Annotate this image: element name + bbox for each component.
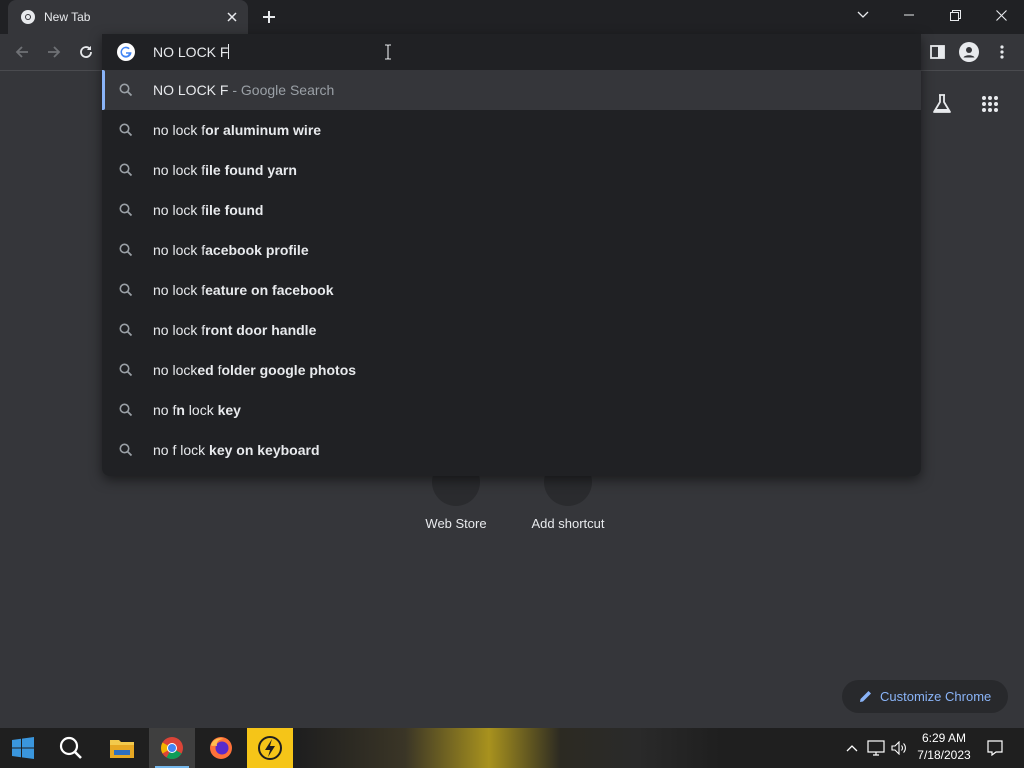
customize-chrome-label: Customize Chrome: [880, 689, 992, 704]
suggestion-item[interactable]: no lock facebook profile: [102, 230, 921, 270]
suggestion-list: NO LOCK F - Google Search no lock for alu…: [102, 70, 921, 470]
google-icon: [117, 43, 135, 61]
suggestion-item[interactable]: no lock file found yarn: [102, 150, 921, 190]
omnibox-input[interactable]: NO LOCK F: [102, 34, 921, 70]
title-bar: New Tab: [0, 0, 1024, 34]
pencil-icon: [859, 690, 872, 703]
suggestion-item[interactable]: no fn lock key: [102, 390, 921, 430]
suggestion-text: NO LOCK F - Google Search: [153, 82, 335, 98]
suggestion-item[interactable]: NO LOCK F - Google Search: [102, 70, 921, 110]
search-icon: [118, 82, 134, 98]
search-icon: [118, 402, 134, 418]
clock-time: 6:29 AM: [921, 731, 967, 745]
minimize-icon[interactable]: [886, 0, 932, 30]
firefox-icon[interactable]: [198, 728, 244, 768]
side-panel-icon[interactable]: [923, 38, 951, 66]
windows-icon[interactable]: [0, 728, 46, 768]
text-cursor-icon: [384, 44, 392, 65]
chrome-taskbar-icon[interactable]: [149, 728, 195, 768]
suggestion-text: no locked folder google photos: [153, 362, 357, 378]
chevron-up-icon[interactable]: [842, 728, 862, 768]
menu-icon[interactable]: [988, 38, 1016, 66]
labs-icon[interactable]: [926, 88, 958, 120]
taskbar: 6:29 AM 7/18/2023: [0, 728, 1024, 768]
suggestion-item[interactable]: no lock feature on facebook: [102, 270, 921, 310]
tab-new-tab[interactable]: New Tab: [8, 0, 248, 34]
back-icon[interactable]: [8, 38, 36, 66]
restore-icon[interactable]: [932, 0, 978, 30]
clock-date: 7/18/2023: [917, 748, 971, 762]
suggestion-item[interactable]: no lock for aluminum wire: [102, 110, 921, 150]
chrome-icon: [20, 9, 36, 25]
suggestion-text: no lock facebook profile: [153, 242, 309, 258]
suggestion-text: no f lock key on keyboard: [153, 442, 320, 458]
tab-title: New Tab: [44, 10, 91, 24]
file-explorer-icon[interactable]: [99, 728, 145, 768]
chevron-down-icon[interactable]: [840, 0, 886, 30]
customize-chrome-button[interactable]: Customize Chrome: [842, 680, 1008, 713]
plus-icon[interactable]: [257, 5, 281, 29]
wallpaper-strip: [300, 728, 720, 768]
search-icon: [118, 122, 134, 138]
suggestion-item[interactable]: no f lock key on keyboard: [102, 430, 921, 470]
profile-icon[interactable]: [955, 38, 983, 66]
network-icon[interactable]: [864, 728, 888, 768]
omnibox-text: NO LOCK F: [153, 44, 230, 60]
search-icon[interactable]: [48, 728, 94, 768]
suggestion-text: no lock file found yarn: [153, 162, 297, 178]
search-icon: [118, 242, 134, 258]
search-icon: [118, 442, 134, 458]
suggestion-item[interactable]: no locked folder google photos: [102, 350, 921, 390]
search-icon: [118, 322, 134, 338]
volume-icon[interactable]: [888, 728, 910, 768]
suggestion-item[interactable]: no lock file found: [102, 190, 921, 230]
clock[interactable]: 6:29 AM 7/18/2023: [908, 730, 980, 766]
suggestion-text: no lock file found: [153, 202, 264, 218]
search-icon: [118, 162, 134, 178]
search-icon: [118, 362, 134, 378]
apps-icon[interactable]: [974, 88, 1006, 120]
suggestion-text: no lock front door handle: [153, 322, 317, 338]
search-icon: [118, 202, 134, 218]
suggestion-text: no fn lock key: [153, 402, 241, 418]
omnibox-popup: NO LOCK F NO LOCK F - Google Search no lo…: [102, 34, 921, 476]
close-icon[interactable]: [220, 5, 244, 29]
shortcut-label: Web Store: [425, 516, 487, 531]
reload-icon[interactable]: [72, 38, 100, 66]
search-icon: [118, 282, 134, 298]
shortcut-label: Add shortcut: [531, 516, 605, 531]
suggestion-item[interactable]: no lock front door handle: [102, 310, 921, 350]
forward-icon[interactable]: [40, 38, 68, 66]
suggestion-text: no lock for aluminum wire: [153, 122, 322, 138]
lightning-app-icon[interactable]: [247, 728, 293, 768]
close-window-icon[interactable]: [978, 0, 1024, 30]
suggestion-text: no lock feature on facebook: [153, 282, 334, 298]
notification-icon[interactable]: [982, 728, 1008, 768]
